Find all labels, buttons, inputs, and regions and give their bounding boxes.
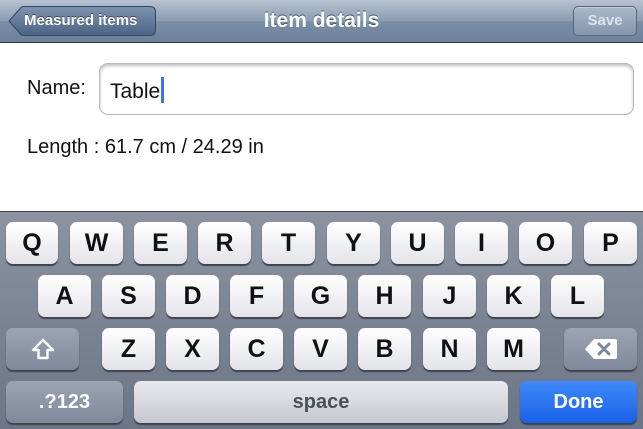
key-d[interactable]: D: [166, 275, 219, 317]
key-b[interactable]: B: [358, 328, 411, 370]
key-a[interactable]: A: [38, 275, 91, 317]
done-key[interactable]: Done: [520, 381, 637, 423]
save-button[interactable]: Save: [573, 6, 637, 36]
key-x[interactable]: X: [166, 328, 219, 370]
key-p[interactable]: P: [584, 222, 637, 264]
keyboard: Q W E R T Y U I O P A S D F G H J K L Z …: [0, 211, 643, 429]
key-c[interactable]: C: [230, 328, 283, 370]
key-g[interactable]: G: [294, 275, 347, 317]
back-button[interactable]: Measured items: [8, 6, 156, 36]
navigation-bar: Item details Measured items Save: [0, 0, 643, 43]
key-q[interactable]: Q: [6, 222, 58, 264]
backspace-icon: [584, 339, 617, 359]
key-z[interactable]: Z: [102, 328, 155, 370]
key-u[interactable]: U: [391, 222, 444, 264]
key-j[interactable]: J: [423, 275, 476, 317]
length-value: : 61.7 cm / 24.29 in: [93, 136, 264, 158]
key-l[interactable]: L: [551, 275, 604, 317]
shift-key[interactable]: [6, 328, 79, 370]
delete-key[interactable]: [564, 328, 637, 370]
key-v[interactable]: V: [294, 328, 347, 370]
space-key[interactable]: space: [134, 381, 508, 423]
shift-arrow-icon: [31, 338, 54, 360]
name-input-value: Table: [110, 77, 165, 104]
key-y[interactable]: Y: [327, 222, 380, 264]
length-row: Length : 61.7 cm / 24.29 in: [27, 136, 264, 159]
key-k[interactable]: K: [487, 275, 540, 317]
key-f[interactable]: F: [230, 275, 283, 317]
key-o[interactable]: O: [519, 222, 572, 264]
key-s[interactable]: S: [102, 275, 155, 317]
name-label: Name:: [27, 77, 86, 99]
text-caret: [161, 77, 165, 103]
back-button-label: Measured items: [24, 12, 138, 29]
key-i[interactable]: I: [455, 222, 508, 264]
name-input[interactable]: Table: [99, 63, 634, 115]
length-label: Length: [27, 136, 89, 158]
key-e[interactable]: E: [134, 222, 187, 264]
key-r[interactable]: R: [198, 222, 251, 264]
key-n[interactable]: N: [423, 328, 476, 370]
key-w[interactable]: W: [70, 222, 123, 264]
numbers-key[interactable]: .?123: [6, 381, 123, 423]
key-h[interactable]: H: [358, 275, 411, 317]
key-m[interactable]: M: [487, 328, 540, 370]
key-t[interactable]: T: [262, 222, 315, 264]
